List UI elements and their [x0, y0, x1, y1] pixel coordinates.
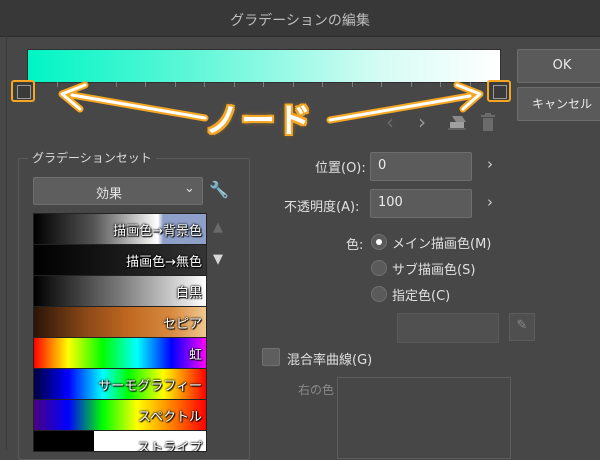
eyedropper-icon: ✎: [509, 313, 535, 341]
gradient-item-label: サーモグラフィー: [98, 379, 202, 394]
cancel-button[interactable]: キャンセル: [517, 87, 600, 121]
wrench-icon[interactable]: 🔧: [209, 180, 229, 199]
gradient-item-label: 虹: [188, 348, 202, 363]
gradient-item-label: 白黒: [175, 286, 202, 301]
blend-curve-editor: [337, 377, 511, 459]
gradient-item-label: 描画色→無色: [126, 255, 202, 270]
move-up-icon[interactable]: ▲: [213, 220, 223, 235]
title-bar: グラデーションの編集: [0, 0, 600, 37]
position-input[interactable]: 0: [370, 152, 472, 181]
radio-main-color[interactable]: [371, 234, 387, 250]
blend-curve-label[interactable]: 混合率曲線(G): [287, 349, 372, 368]
gradient-item-label: セピア: [162, 317, 202, 332]
gradient-set-label: グラデーションセット: [28, 149, 156, 166]
gradient-list-item[interactable]: 虹: [34, 338, 206, 369]
radio-sub-color-label[interactable]: サブ描画色(S): [392, 259, 475, 278]
radio-custom-color-label[interactable]: 指定色(C): [392, 285, 450, 304]
node-annotation-label: ノード: [205, 101, 313, 141]
ok-button[interactable]: OK: [517, 49, 600, 83]
gradient-item-label: スペクトル: [137, 410, 202, 425]
gradient-item-label: 描画色→背景色: [113, 224, 202, 239]
gradient-list-item[interactable]: サーモグラフィー: [34, 369, 206, 400]
window-title: グラデーションの編集: [230, 13, 370, 29]
radio-sub-color[interactable]: [371, 260, 387, 276]
custom-color-swatch: [397, 313, 499, 343]
gradient-list-item[interactable]: 描画色→無色: [34, 245, 206, 276]
position-label: 位置(O):: [315, 161, 366, 176]
chevron-right-icon[interactable]: ›: [418, 110, 426, 134]
gradient-list[interactable]: 描画色→背景色 描画色→無色 白黒 セピア 虹 サーモグラフィー スペクトル ス…: [33, 213, 207, 452]
chevron-right-icon[interactable]: ›: [487, 193, 493, 211]
trash-icon[interactable]: [480, 112, 496, 132]
radio-main-color-label[interactable]: メイン描画色(M): [392, 233, 491, 252]
move-down-icon[interactable]: ▼: [213, 252, 223, 267]
gradient-list-item[interactable]: 白黒: [34, 276, 206, 307]
chevron-left-icon[interactable]: ‹: [386, 110, 394, 134]
opacity-label: 不透明度(A):: [284, 200, 360, 215]
chevron-right-icon[interactable]: ›: [487, 155, 493, 173]
blend-curve-checkbox[interactable]: [262, 348, 280, 366]
color-label: 色:: [346, 238, 364, 253]
gradient-list-item[interactable]: ストライプ: [34, 431, 206, 451]
gradient-set-dropdown[interactable]: 効果 ⌄: [33, 177, 203, 205]
chevron-down-icon: ⌄: [184, 181, 195, 196]
gradient-set-selected: 効果: [95, 187, 122, 202]
gradient-list-item[interactable]: 描画色→背景色: [34, 214, 206, 245]
eraser-icon[interactable]: [446, 112, 468, 132]
gradient-list-item[interactable]: スペクトル: [34, 400, 206, 431]
opacity-input[interactable]: 100: [370, 189, 472, 218]
gradient-preview-bar[interactable]: [27, 49, 501, 83]
gradient-list-item[interactable]: セピア: [34, 307, 206, 338]
curve-side-label: 右の色: [298, 383, 335, 397]
radio-custom-color[interactable]: [371, 286, 387, 302]
